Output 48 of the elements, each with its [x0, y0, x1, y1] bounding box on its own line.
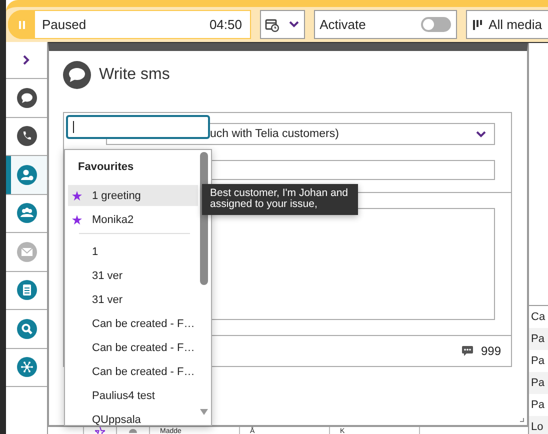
chevron-down-icon	[476, 130, 486, 138]
group-icon	[16, 203, 36, 224]
template-option[interactable]: Can be created - F…	[68, 337, 198, 358]
template-option[interactable]: Can be created - F…	[68, 361, 198, 382]
status-label: Paused	[42, 17, 88, 32]
calendar-clock-icon	[265, 18, 280, 32]
message-icon	[462, 346, 473, 356]
search-icon	[16, 318, 36, 339]
activate-label: Activate	[320, 17, 366, 32]
template-option[interactable]: Monika2	[68, 209, 198, 230]
template-option[interactable]: QUppsala	[68, 409, 198, 425]
template-option[interactable]: 31 ver	[68, 289, 198, 310]
dialog-title: Write sms	[99, 66, 170, 84]
template-search-field[interactable]	[66, 115, 210, 139]
list-item[interactable]: Pa	[529, 372, 548, 394]
network-icon	[16, 357, 36, 378]
list-item[interactable]: Pa	[529, 328, 548, 350]
pause-icon	[18, 20, 26, 30]
list-item[interactable]: Lo	[529, 416, 548, 434]
tooltip: Best customer, I'm Johan and assigned to your issue,	[202, 184, 358, 215]
resize-grip-icon	[520, 418, 524, 422]
chevron-right-icon	[23, 55, 30, 65]
template-option[interactable]: Can be created - F…	[68, 313, 198, 334]
contact-icon	[16, 164, 36, 185]
bars-icon	[472, 20, 482, 30]
template-option[interactable]: 31 ver	[68, 265, 198, 286]
chat-icon	[63, 61, 91, 89]
sidebar-item[interactable]	[6, 156, 47, 194]
status-timer: 04:50	[209, 17, 242, 32]
chat-icon	[16, 88, 36, 108]
chevron-down-icon	[289, 21, 300, 28]
activate-toggle[interactable]	[420, 17, 451, 32]
character-counter: 999	[480, 344, 501, 358]
media-filter-button[interactable]: All media	[466, 10, 548, 39]
status-icon	[128, 427, 138, 433]
star-icon	[95, 427, 105, 434]
template-option[interactable]: 1	[68, 241, 198, 262]
document-icon	[16, 280, 36, 300]
schedule-button[interactable]	[260, 10, 305, 39]
template-option[interactable]: 1 greeting	[68, 185, 198, 206]
template-option[interactable]: Paulius4 test	[68, 385, 198, 406]
star-icon	[72, 190, 82, 200]
text-cursor	[73, 121, 74, 133]
star-icon	[72, 214, 82, 224]
phone-icon	[16, 126, 36, 146]
mail-icon	[16, 242, 36, 262]
favourites-heading: Favourites	[77, 160, 135, 175]
scroll-down-icon	[200, 409, 208, 415]
